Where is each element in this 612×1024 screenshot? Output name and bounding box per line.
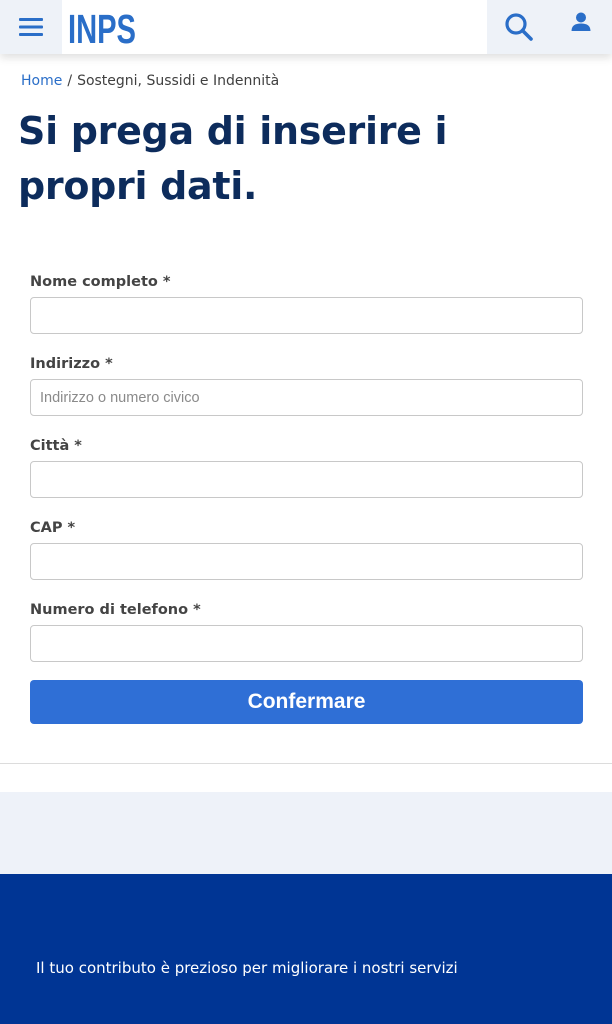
search-button[interactable] — [487, 0, 550, 54]
site-header: INPS — [0, 0, 612, 54]
breadcrumb: Home / Sostegni, Sussidi e Indennità — [21, 73, 279, 89]
breadcrumb-home-link[interactable]: Home — [21, 73, 62, 89]
full-name-input[interactable] — [30, 297, 583, 334]
svg-text:INPS: INPS — [68, 6, 136, 49]
postal-code-input[interactable] — [30, 543, 583, 580]
user-icon — [571, 12, 591, 31]
breadcrumb-current: Sostegni, Sussidi e Indennità — [77, 73, 280, 89]
site-footer: Il tuo contributo è prezioso per miglior… — [0, 874, 612, 1024]
breadcrumb-separator: / — [67, 73, 73, 89]
menu-button[interactable] — [0, 0, 62, 54]
user-button[interactable] — [550, 0, 612, 54]
footer-feedback-text: Il tuo contributo è prezioso per miglior… — [36, 959, 458, 977]
confirm-button[interactable]: Confermare — [30, 680, 583, 724]
search-icon — [504, 13, 533, 41]
full-name-label: Nome completo * — [30, 274, 171, 290]
inps-logo[interactable]: INPS — [66, 0, 138, 54]
address-input[interactable] — [30, 379, 583, 416]
page-title: Si prega di inserire i propri dati. — [18, 109, 448, 208]
section-divider — [0, 763, 612, 764]
city-input[interactable] — [30, 461, 583, 498]
feedback-band — [0, 792, 612, 874]
inps-logo-wordmark: INPS — [68, 6, 136, 49]
postal-code-label: CAP * — [30, 520, 76, 536]
phone-number-label: Numero di telefono * — [30, 602, 201, 618]
hamburger-menu-icon — [19, 18, 43, 36]
address-label: Indirizzo * — [30, 356, 113, 372]
phone-number-input[interactable] — [30, 625, 583, 662]
city-label: Città * — [30, 438, 82, 454]
